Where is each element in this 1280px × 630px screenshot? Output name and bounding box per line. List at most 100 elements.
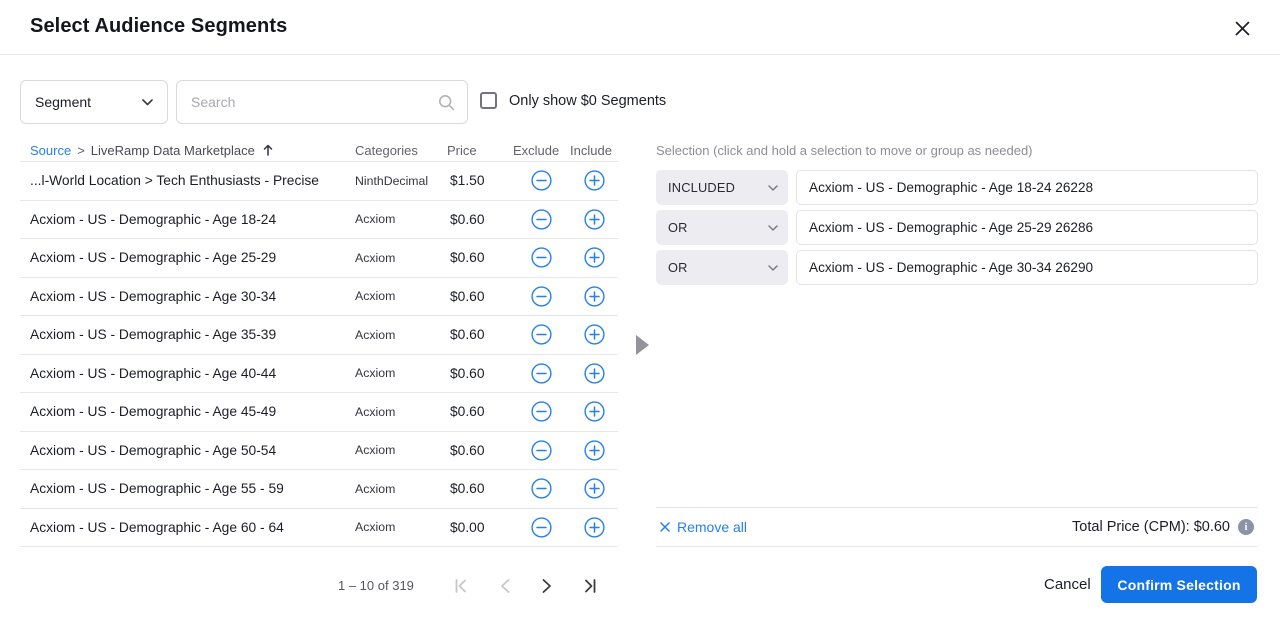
segment-category: Acxiom [355, 212, 447, 226]
info-icon[interactable]: i [1238, 519, 1254, 535]
operator-value: INCLUDED [668, 180, 735, 195]
table-row[interactable]: Acxiom - US - Demographic - Age 30-34 Ac… [20, 278, 618, 317]
operator-dropdown[interactable]: OR [656, 250, 788, 285]
include-button[interactable] [583, 285, 605, 307]
selection-row: INCLUDED Acxiom - US - Demographic - Age… [656, 170, 1258, 205]
table-row[interactable]: Acxiom - US - Demographic - Age 55 - 59 … [20, 470, 618, 509]
table-row[interactable]: Acxiom - US - Demographic - Age 50-54 Ac… [20, 432, 618, 471]
segment-category: Acxiom [355, 482, 447, 496]
remove-all-button[interactable]: Remove all [660, 519, 747, 535]
selection-row: OR Acxiom - US - Demographic - Age 30-34… [656, 250, 1258, 285]
segment-dropdown-value: Segment [35, 94, 91, 110]
column-header-categories: Categories [355, 143, 447, 158]
include-button[interactable] [583, 324, 605, 346]
selection-row: OR Acxiom - US - Demographic - Age 25-29… [656, 210, 1258, 245]
segment-price: $0.60 [447, 404, 513, 419]
selection-list: INCLUDED Acxiom - US - Demographic - Age… [656, 170, 1258, 290]
search-icon [438, 94, 455, 111]
table-row[interactable]: Acxiom - US - Demographic - Age 60 - 64 … [20, 509, 618, 548]
expand-panel-arrow-icon[interactable] [636, 335, 649, 355]
operator-dropdown[interactable]: OR [656, 210, 788, 245]
table-row[interactable]: ...l-World Location > Tech Enthusiasts -… [20, 162, 618, 201]
table-row[interactable]: Acxiom - US - Demographic - Age 18-24 Ac… [20, 201, 618, 240]
segment-price: $0.60 [447, 250, 513, 265]
segment-type-dropdown[interactable]: Segment [20, 80, 168, 124]
breadcrumb-separator: > [77, 143, 85, 158]
pagination-range-label: 1 – 10 of 319 [338, 578, 414, 593]
cancel-button[interactable]: Cancel [1030, 566, 1105, 603]
only-show-zero-filter: Only show $0 Segments [480, 92, 666, 109]
search-box [176, 80, 468, 124]
remove-all-label: Remove all [677, 519, 747, 535]
previous-page-icon[interactable] [492, 573, 518, 599]
segment-category: Acxiom [355, 289, 447, 303]
confirm-selection-button[interactable]: Confirm Selection [1101, 566, 1257, 603]
table-row[interactable]: Acxiom - US - Demographic - Age 40-44 Ac… [20, 355, 618, 394]
close-icon[interactable] [1232, 18, 1252, 38]
segment-name: Acxiom - US - Demographic - Age 18-24 [20, 212, 355, 227]
operator-value: OR [668, 220, 688, 235]
segment-category: Acxiom [355, 251, 447, 265]
table-row[interactable]: Acxiom - US - Demographic - Age 45-49 Ac… [20, 393, 618, 432]
include-button[interactable] [583, 478, 605, 500]
segment-category: Acxiom [355, 328, 447, 342]
exclude-button[interactable] [531, 401, 553, 423]
include-button[interactable] [583, 401, 605, 423]
exclude-button[interactable] [531, 324, 553, 346]
table-row[interactable]: Acxiom - US - Demographic - Age 25-29 Ac… [20, 239, 618, 278]
segment-price: $0.00 [447, 520, 513, 535]
selection-footer: Remove all Total Price (CPM): $0.60 i [656, 507, 1258, 547]
segment-price: $0.60 [447, 212, 513, 227]
column-header-exclude: Exclude [513, 143, 570, 158]
sort-ascending-icon[interactable] [263, 144, 273, 156]
operator-dropdown[interactable]: INCLUDED [656, 170, 788, 205]
include-button[interactable] [583, 362, 605, 384]
exclude-button[interactable] [531, 285, 553, 307]
dialog-title: Select Audience Segments [30, 15, 287, 38]
remove-all-icon [660, 522, 670, 532]
segment-name: Acxiom - US - Demographic - Age 55 - 59 [20, 481, 355, 496]
total-price-label: Total Price (CPM): $0.60 [1072, 519, 1230, 535]
chevron-down-icon [768, 225, 778, 231]
last-page-icon[interactable] [577, 573, 603, 599]
search-input[interactable] [191, 94, 438, 110]
table-row[interactable]: Acxiom - US - Demographic - Age 35-39 Ac… [20, 316, 618, 355]
operator-value: OR [668, 260, 688, 275]
selected-segment-chip[interactable]: Acxiom - US - Demographic - Age 25-29 26… [796, 210, 1258, 245]
exclude-button[interactable] [531, 439, 553, 461]
breadcrumb-source-link[interactable]: Source [30, 143, 71, 158]
column-header-price: Price [447, 143, 513, 158]
first-page-icon[interactable] [448, 573, 474, 599]
selected-segment-chip[interactable]: Acxiom - US - Demographic - Age 30-34 26… [796, 250, 1258, 285]
segment-name: Acxiom - US - Demographic - Age 40-44 [20, 366, 355, 381]
segment-price: $0.60 [447, 366, 513, 381]
selection-panel-label: Selection (click and hold a selection to… [656, 143, 1033, 158]
segment-price: $0.60 [447, 327, 513, 342]
segment-price: $0.60 [447, 443, 513, 458]
exclude-button[interactable] [531, 362, 553, 384]
segment-name: Acxiom - US - Demographic - Age 45-49 [20, 404, 355, 419]
breadcrumb: Source > LiveRamp Data Marketplace [20, 143, 355, 158]
exclude-button[interactable] [531, 170, 553, 192]
only-show-zero-checkbox[interactable] [480, 92, 497, 109]
total-price: Total Price (CPM): $0.60 i [1072, 519, 1254, 535]
include-button[interactable] [583, 516, 605, 538]
chevron-down-icon [142, 99, 153, 106]
exclude-button[interactable] [531, 208, 553, 230]
exclude-button[interactable] [531, 516, 553, 538]
exclude-button[interactable] [531, 478, 553, 500]
next-page-icon[interactable] [534, 573, 560, 599]
segment-name: Acxiom - US - Demographic - Age 25-29 [20, 250, 355, 265]
segment-name: Acxiom - US - Demographic - Age 30-34 [20, 289, 355, 304]
table-header: Source > LiveRamp Data Marketplace Categ… [20, 140, 618, 160]
include-button[interactable] [583, 208, 605, 230]
segment-price: $0.60 [447, 481, 513, 496]
include-button[interactable] [583, 439, 605, 461]
breadcrumb-current: LiveRamp Data Marketplace [91, 143, 255, 158]
segment-category: Acxiom [355, 405, 447, 419]
include-button[interactable] [583, 247, 605, 269]
include-button[interactable] [583, 170, 605, 192]
selected-segment-chip[interactable]: Acxiom - US - Demographic - Age 18-24 26… [796, 170, 1258, 205]
exclude-button[interactable] [531, 247, 553, 269]
segment-name: Acxiom - US - Demographic - Age 35-39 [20, 327, 355, 342]
